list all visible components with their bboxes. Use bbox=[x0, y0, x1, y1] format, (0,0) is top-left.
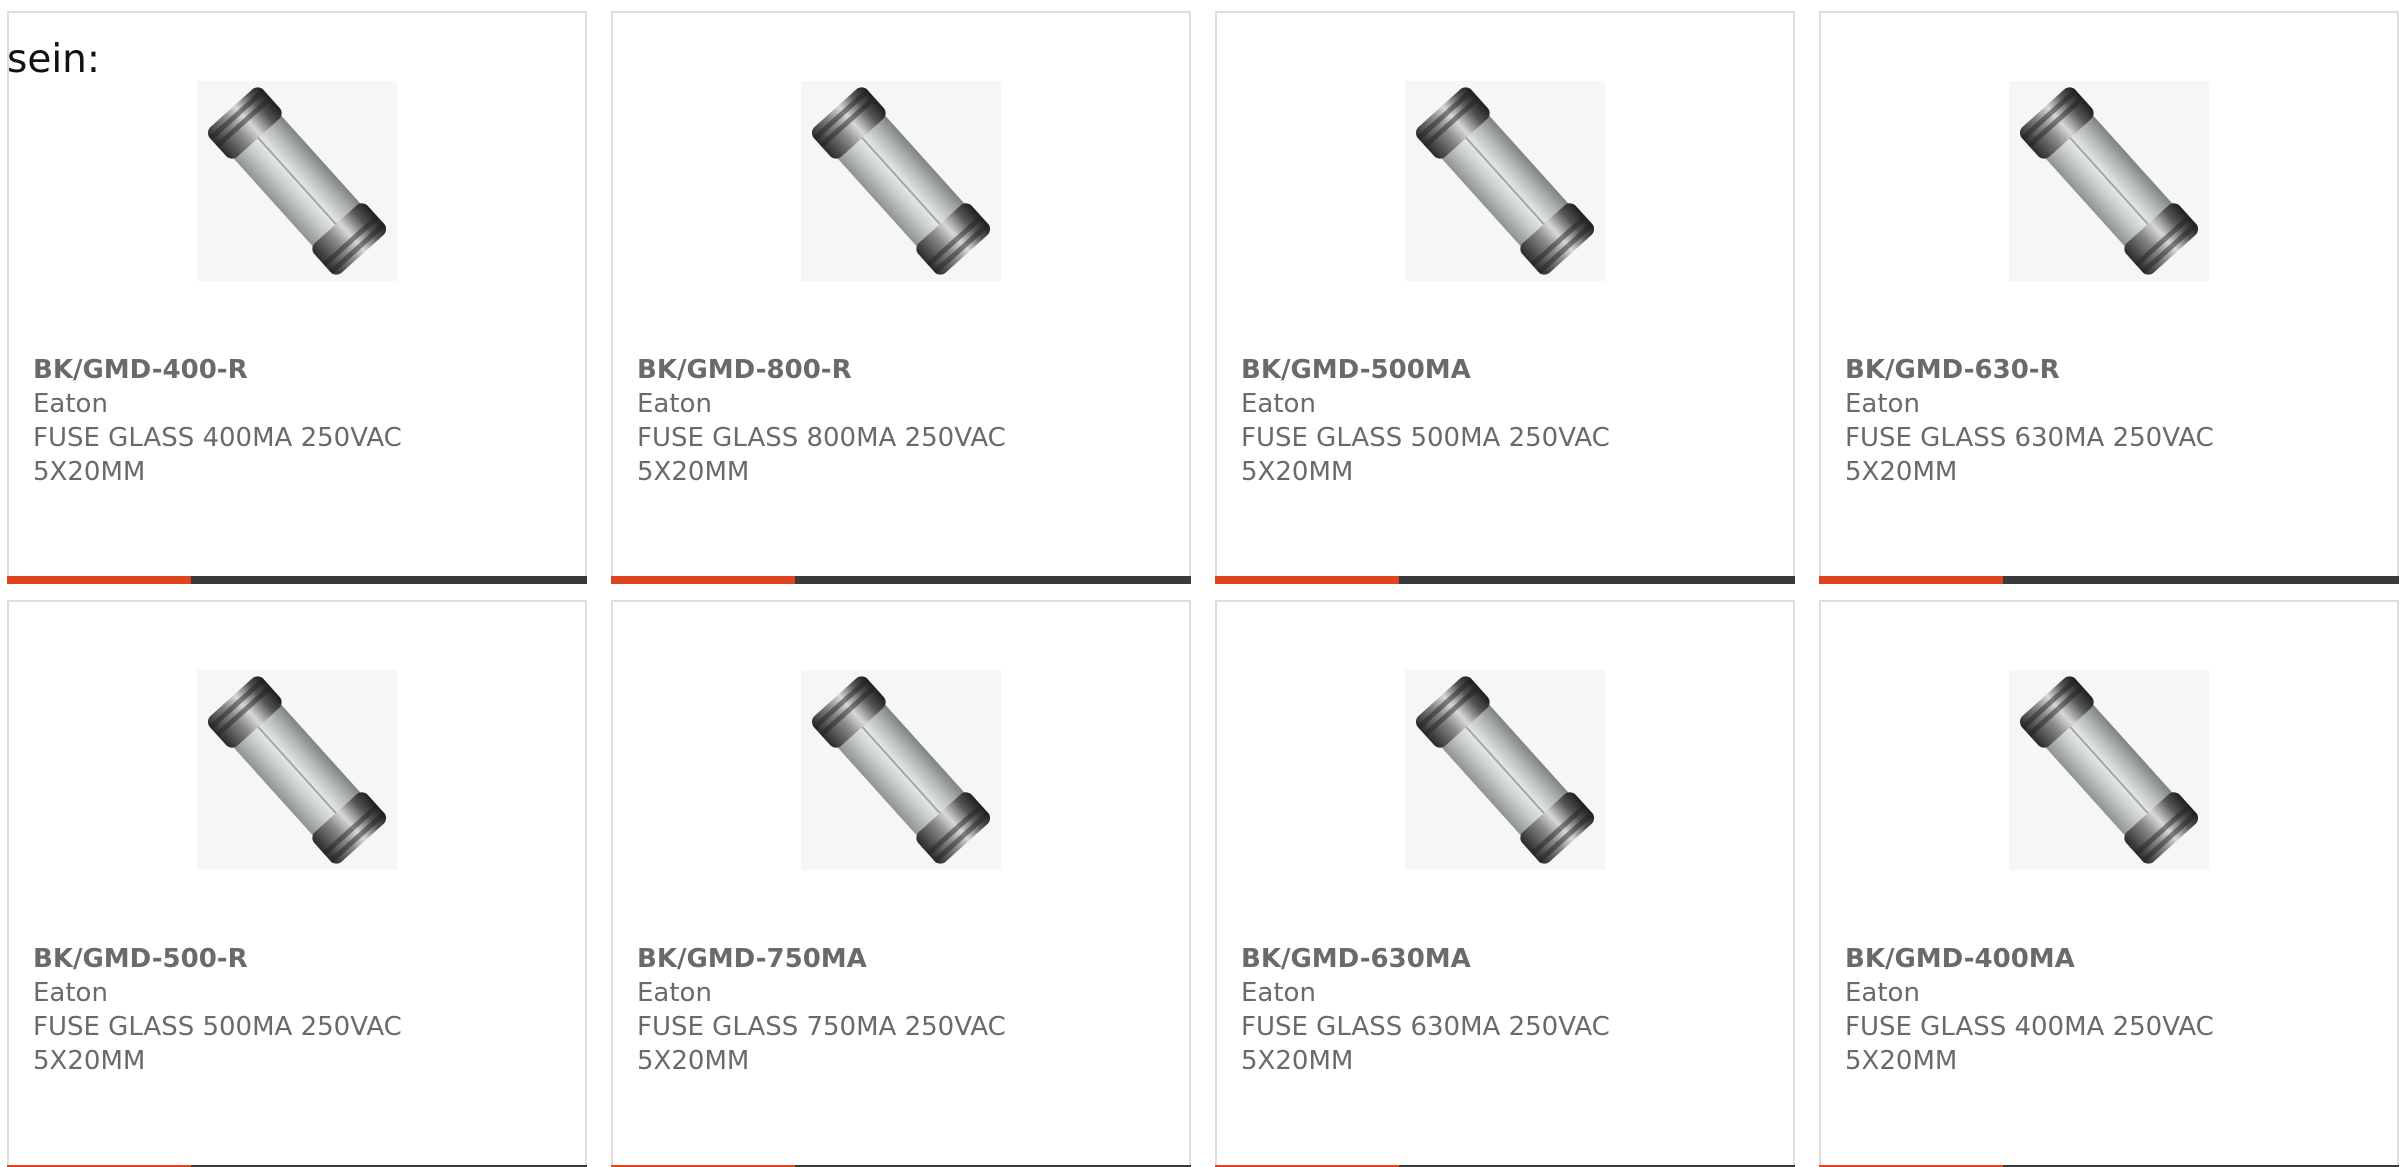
product-part-number[interactable]: BK/GMD-630-R bbox=[1845, 353, 2373, 387]
product-info: BK/GMD-500-R Eaton FUSE GLASS 500MA 250V… bbox=[33, 942, 561, 1078]
product-description: FUSE GLASS 500MA 250VAC 5X20MM bbox=[33, 1012, 402, 1076]
glass-fuse-image[interactable] bbox=[801, 670, 1001, 870]
product-brand: Eaton bbox=[33, 389, 108, 419]
product-info: BK/GMD-400-R Eaton FUSE GLASS 400MA 250V… bbox=[33, 353, 561, 489]
glass-fuse-image[interactable] bbox=[197, 670, 397, 870]
product-brand: Eaton bbox=[637, 389, 712, 419]
glass-fuse-image[interactable] bbox=[197, 81, 397, 281]
product-card[interactable]: BK/GMD-500-R Eaton FUSE GLASS 500MA 250V… bbox=[7, 600, 587, 1167]
product-info: BK/GMD-400MA Eaton FUSE GLASS 400MA 250V… bbox=[1845, 942, 2373, 1078]
product-info: BK/GMD-630MA Eaton FUSE GLASS 630MA 250V… bbox=[1241, 942, 1769, 1078]
product-description: FUSE GLASS 630MA 250VAC 5X20MM bbox=[1241, 1012, 1610, 1076]
card-accent-bar bbox=[7, 576, 191, 584]
card-footer-bar bbox=[611, 576, 1191, 584]
glass-fuse-image[interactable] bbox=[1405, 670, 1605, 870]
product-description: FUSE GLASS 500MA 250VAC 5X20MM bbox=[1241, 423, 1610, 487]
product-brand: Eaton bbox=[637, 978, 712, 1008]
product-part-number[interactable]: BK/GMD-500MA bbox=[1241, 353, 1769, 387]
product-description: FUSE GLASS 630MA 250VAC 5X20MM bbox=[1845, 423, 2214, 487]
product-brand: Eaton bbox=[33, 978, 108, 1008]
product-part-number[interactable]: BK/GMD-500-R bbox=[33, 942, 561, 976]
glass-fuse-image[interactable] bbox=[2009, 670, 2209, 870]
card-accent-bar bbox=[1215, 576, 1399, 584]
product-brand: Eaton bbox=[1845, 389, 1920, 419]
product-part-number[interactable]: BK/GMD-400MA bbox=[1845, 942, 2373, 976]
card-accent-bar bbox=[1819, 576, 2003, 584]
card-footer-bar bbox=[1819, 576, 2399, 584]
product-part-number[interactable]: BK/GMD-630MA bbox=[1241, 942, 1769, 976]
product-card[interactable]: BK/GMD-500MA Eaton FUSE GLASS 500MA 250V… bbox=[1215, 11, 1795, 584]
glass-fuse-image[interactable] bbox=[801, 81, 1001, 281]
product-info: BK/GMD-800-R Eaton FUSE GLASS 800MA 250V… bbox=[637, 353, 1165, 489]
page: sein: BK/GMD-400-R Eaton FUSE GLASS 400M… bbox=[0, 0, 2400, 1167]
product-info: BK/GMD-500MA Eaton FUSE GLASS 500MA 250V… bbox=[1241, 353, 1769, 489]
product-part-number[interactable]: BK/GMD-400-R bbox=[33, 353, 561, 387]
product-brand: Eaton bbox=[1241, 389, 1316, 419]
product-card[interactable]: BK/GMD-630-R Eaton FUSE GLASS 630MA 250V… bbox=[1819, 11, 2399, 584]
glass-fuse-image[interactable] bbox=[2009, 81, 2209, 281]
intro-text: sein: bbox=[7, 37, 101, 82]
product-description: FUSE GLASS 400MA 250VAC 5X20MM bbox=[33, 423, 402, 487]
product-description: FUSE GLASS 750MA 250VAC 5X20MM bbox=[637, 1012, 1006, 1076]
product-part-number[interactable]: BK/GMD-800-R bbox=[637, 353, 1165, 387]
product-info: BK/GMD-750MA Eaton FUSE GLASS 750MA 250V… bbox=[637, 942, 1165, 1078]
product-part-number[interactable]: BK/GMD-750MA bbox=[637, 942, 1165, 976]
card-footer-bar bbox=[1215, 576, 1795, 584]
product-description: FUSE GLASS 800MA 250VAC 5X20MM bbox=[637, 423, 1006, 487]
product-card[interactable]: BK/GMD-630MA Eaton FUSE GLASS 630MA 250V… bbox=[1215, 600, 1795, 1167]
product-card[interactable]: BK/GMD-400-R Eaton FUSE GLASS 400MA 250V… bbox=[7, 11, 587, 584]
product-grid: BK/GMD-400-R Eaton FUSE GLASS 400MA 250V… bbox=[7, 11, 2400, 1167]
product-card[interactable]: BK/GMD-750MA Eaton FUSE GLASS 750MA 250V… bbox=[611, 600, 1191, 1167]
product-description: FUSE GLASS 400MA 250VAC 5X20MM bbox=[1845, 1012, 2214, 1076]
product-info: BK/GMD-630-R Eaton FUSE GLASS 630MA 250V… bbox=[1845, 353, 2373, 489]
card-accent-bar bbox=[611, 576, 795, 584]
product-brand: Eaton bbox=[1241, 978, 1316, 1008]
product-brand: Eaton bbox=[1845, 978, 1920, 1008]
glass-fuse-image[interactable] bbox=[1405, 81, 1605, 281]
product-card[interactable]: BK/GMD-800-R Eaton FUSE GLASS 800MA 250V… bbox=[611, 11, 1191, 584]
product-card[interactable]: BK/GMD-400MA Eaton FUSE GLASS 400MA 250V… bbox=[1819, 600, 2399, 1167]
card-footer-bar bbox=[7, 576, 587, 584]
